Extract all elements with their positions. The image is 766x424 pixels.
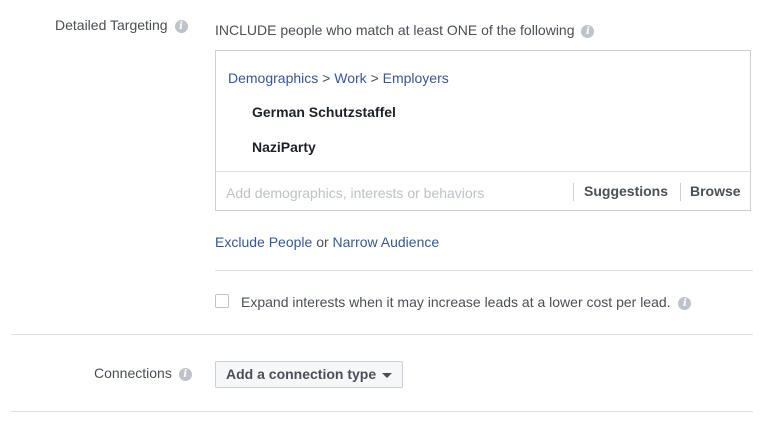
breadcrumb-work[interactable]: Work (334, 70, 366, 86)
targeting-box: Demographics > Work > Employers German S… (215, 50, 751, 211)
targeting-panel: Detailed Targeting i INCLUDE people who … (0, 0, 766, 424)
suggestions-button[interactable]: Suggestions (584, 183, 668, 199)
connections-label: Connections (94, 365, 172, 381)
breadcrumb-separator: > (370, 70, 379, 86)
divider (216, 171, 750, 172)
include-text: INCLUDE people who match at least ONE of… (215, 22, 575, 38)
exclude-people-link[interactable]: Exclude People (215, 234, 312, 250)
section-divider (11, 334, 753, 335)
expand-interests-checkbox[interactable] (215, 294, 229, 308)
info-icon[interactable]: i (174, 19, 188, 33)
browse-button[interactable]: Browse (690, 183, 741, 199)
detailed-targeting-row-label: Detailed Targeting i (55, 17, 188, 33)
expand-interests-label: Expand interests when it may increase le… (241, 294, 671, 310)
targeting-item[interactable]: German Schutzstaffel (252, 104, 396, 120)
targeting-item[interactable]: NaziParty (252, 139, 316, 155)
narrow-audience-link[interactable]: Narrow Audience (333, 234, 440, 250)
connection-type-dropdown[interactable]: Add a connection type (215, 361, 404, 388)
detailed-targeting-label: Detailed Targeting (55, 17, 168, 33)
info-icon[interactable]: i (178, 367, 192, 381)
or-text: or (316, 234, 329, 250)
section-divider (11, 411, 753, 412)
info-icon[interactable]: i (581, 24, 595, 38)
expand-interests-row: Expand interests when it may increase le… (241, 294, 692, 310)
connections-row-label: Connections i (94, 365, 192, 381)
divider (680, 183, 681, 201)
breadcrumb-demographics[interactable]: Demographics (228, 70, 318, 86)
info-icon[interactable]: i (678, 296, 692, 310)
divider (215, 270, 753, 271)
caret-down-icon (382, 372, 393, 378)
breadcrumb: Demographics > Work > Employers (228, 70, 449, 86)
exclude-narrow-row: Exclude People or Narrow Audience (215, 234, 439, 250)
breadcrumb-separator: > (322, 70, 331, 86)
include-heading: INCLUDE people who match at least ONE of… (215, 22, 595, 38)
breadcrumb-employers[interactable]: Employers (383, 70, 449, 86)
targeting-search-input[interactable] (224, 179, 568, 207)
connection-type-label: Add a connection type (226, 366, 377, 382)
divider (573, 183, 574, 201)
